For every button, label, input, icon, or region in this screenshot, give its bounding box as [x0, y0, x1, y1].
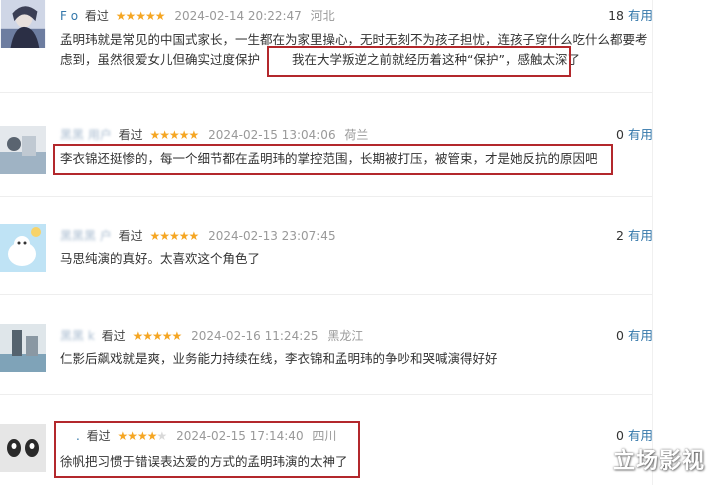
- avatar[interactable]: [0, 0, 46, 50]
- rating-stars: ★★★★★: [115, 9, 166, 23]
- comment-time: 2024-02-16 11:24:25: [191, 329, 319, 343]
- votes-count: 2: [616, 228, 624, 243]
- comment-meta: 黑黑黑 户 看过 ★★★★★ 2024-02-13 23:07:45: [60, 227, 336, 245]
- comment-item: 黑黑 k 看过 ★★★★★ 2024-02-16 11:24:25 黑龙江 0有…: [0, 320, 719, 400]
- useful-button[interactable]: 有用: [628, 328, 653, 343]
- watched-label: 看过: [84, 9, 109, 23]
- watched-label: 看过: [101, 329, 126, 343]
- votes[interactable]: 0 有用: [616, 126, 653, 144]
- watched-label: 看过: [118, 128, 143, 142]
- comment-location: 黑龙江: [327, 329, 364, 343]
- votes-count: 0: [616, 127, 624, 142]
- highlight-box: [54, 421, 360, 478]
- divider: [0, 196, 652, 197]
- comment-meta: 黑黑 用户 看过 ★★★★★ 2024-02-15 13:04:06 荷兰: [60, 126, 368, 144]
- comment-location: 荷兰: [344, 128, 369, 142]
- comment-time: 2024-02-13 23:07:45: [208, 229, 336, 243]
- avatar[interactable]: [0, 224, 46, 272]
- votes-count: 18: [608, 8, 624, 23]
- highlight-box: [53, 144, 613, 175]
- votes[interactable]: 18 有用: [608, 7, 653, 25]
- votes[interactable]: 2 有用: [616, 227, 653, 245]
- rating-stars: ★★★★★: [132, 329, 182, 343]
- username[interactable]: 黑黑黑 户: [60, 229, 112, 243]
- highlight-box: [267, 46, 571, 77]
- avatar[interactable]: [0, 126, 46, 174]
- avatar[interactable]: [0, 324, 46, 372]
- comment-meta: F o 看过 ★★★★★ 2024-02-14 20:22:47 河北: [60, 7, 335, 25]
- comment-item: . 看过 ★★★★★ 2024-02-15 17:14:40 四川 0 有用 徐帆…: [0, 420, 719, 485]
- divider: [0, 92, 652, 93]
- comment-meta: 黑黑 k 看过 ★★★★★ 2024-02-16 11:24:25 黑龙江: [60, 327, 363, 345]
- comment-item: F o 看过 ★★★★★ 2024-02-14 20:22:47 河北 18 有用…: [0, 0, 719, 92]
- useful-button[interactable]: 有用: [628, 228, 653, 243]
- comment-item: 黑黑黑 户 看过 ★★★★★ 2024-02-13 23:07:45 2 有用 马…: [0, 220, 719, 300]
- useful-button[interactable]: 有用: [628, 428, 653, 443]
- comment-time: 2024-02-15 13:04:06: [208, 128, 336, 142]
- comment-time: 2024-02-14 20:22:47: [174, 9, 302, 23]
- useful-button[interactable]: 有用: [628, 127, 653, 142]
- votes-count: 0: [616, 328, 624, 343]
- divider: [0, 294, 652, 295]
- rating-stars: ★★★★★: [149, 229, 200, 243]
- username[interactable]: F o: [60, 9, 78, 23]
- watched-label: 看过: [118, 229, 143, 243]
- comment-text: 仁影后飙戏就是爽，业务能力持续在线，李衣锦和孟明玮的争吵和哭喊演得好好: [60, 351, 498, 366]
- votes[interactable]: 0 有用: [616, 327, 653, 345]
- comment-text: 马思纯演的真好。太喜欢这个角色了: [60, 251, 261, 266]
- votes-count: 0: [616, 428, 624, 443]
- divider: [0, 394, 652, 395]
- rating-stars: ★★★★★: [149, 128, 200, 142]
- useful-button[interactable]: 有用: [628, 8, 653, 23]
- comment-location: 河北: [310, 9, 335, 23]
- username[interactable]: 黑黑 k: [60, 329, 95, 343]
- username[interactable]: 黑黑 用户: [60, 128, 112, 142]
- watermark: 立场影视: [612, 449, 705, 474]
- avatar[interactable]: [0, 424, 46, 472]
